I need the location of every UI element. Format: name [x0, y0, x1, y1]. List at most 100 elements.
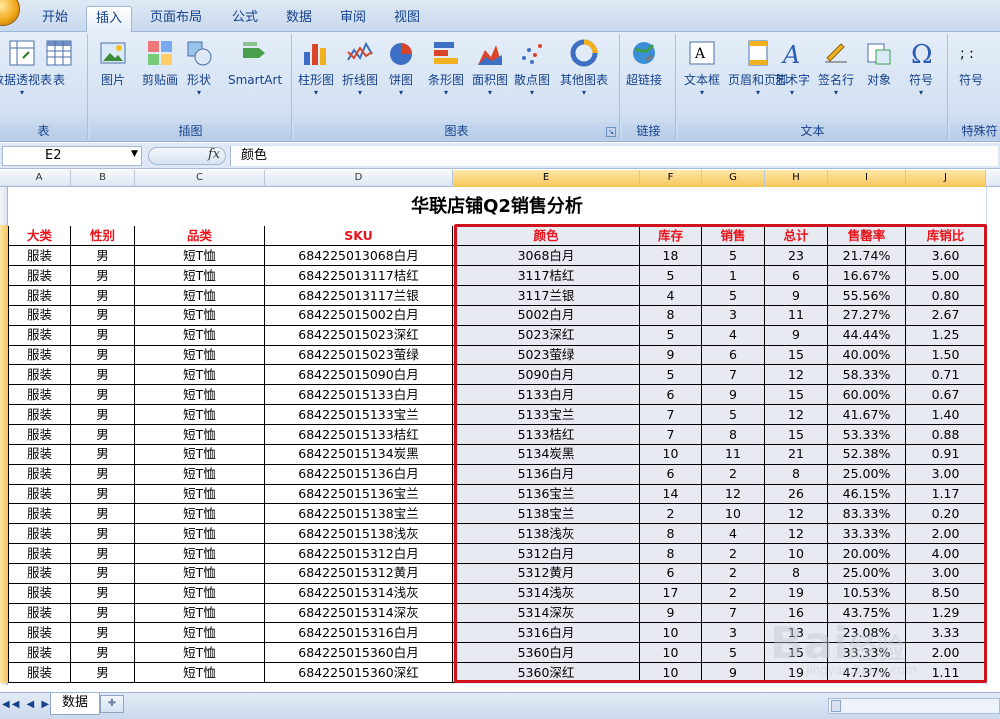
tab-3[interactable]: 公式 — [222, 6, 268, 32]
cell-A[interactable]: 服装 — [8, 523, 71, 545]
cell-C[interactable]: 短T恤 — [135, 523, 265, 545]
tab-2[interactable]: 页面布局 — [140, 6, 212, 32]
cell-E[interactable]: 3068白月 — [453, 245, 640, 267]
cell-G[interactable]: 销售 — [702, 226, 765, 247]
cell-I[interactable]: 20.00% — [828, 543, 906, 564]
cell-E[interactable]: 5134炭黑 — [453, 444, 640, 465]
cell-H[interactable]: 26 — [765, 484, 828, 505]
cell-J[interactable]: 3.00 — [906, 563, 986, 584]
cell-G[interactable]: 2 — [702, 563, 765, 584]
cell-D[interactable]: 684225013068白月 — [265, 245, 453, 267]
cell-J[interactable]: 3.33 — [906, 623, 986, 644]
tab-1[interactable]: 插入 — [86, 6, 132, 32]
sheet-tab-data[interactable]: 数据 — [50, 693, 100, 715]
cell-G[interactable]: 5 — [702, 642, 765, 664]
cell-A[interactable]: 服装 — [8, 305, 71, 326]
cell-C[interactable]: 短T恤 — [135, 325, 265, 346]
ribbon-button-pie-chart[interactable]: 饼图 ▾ — [386, 38, 416, 98]
cell-F[interactable]: 库存 — [640, 226, 702, 247]
cell-A[interactable]: 服装 — [8, 384, 71, 406]
cell-I[interactable]: 52.38% — [828, 444, 906, 465]
cell-J[interactable]: 2.00 — [906, 523, 986, 545]
cell-E[interactable]: 3117桔红 — [453, 265, 640, 287]
cell-H[interactable]: 15 — [765, 424, 828, 445]
cell-I[interactable]: 25.00% — [828, 464, 906, 485]
cell-A[interactable]: 服装 — [8, 404, 71, 425]
cell-A[interactable]: 服装 — [8, 563, 71, 584]
sheet-title[interactable]: 华联店铺Q2销售分析 — [8, 187, 986, 226]
cell-A[interactable]: 服装 — [8, 503, 71, 525]
cell-I[interactable]: 40.00% — [828, 345, 906, 366]
cell-I[interactable]: 25.00% — [828, 563, 906, 584]
cell-D[interactable]: 684225015312黄月 — [265, 563, 453, 584]
cell-F[interactable]: 18 — [640, 245, 702, 267]
cell-I[interactable]: 53.33% — [828, 424, 906, 445]
column-header-F[interactable]: F — [640, 170, 702, 187]
cell-F[interactable]: 8 — [640, 523, 702, 545]
cell-A[interactable]: 服装 — [8, 444, 71, 465]
cell-G[interactable]: 4 — [702, 325, 765, 346]
cell-J[interactable]: 5.00 — [906, 265, 986, 287]
horizontal-scrollbar[interactable] — [828, 698, 1000, 714]
cell-F[interactable]: 10 — [640, 662, 702, 684]
cell-I[interactable]: 41.67% — [828, 404, 906, 425]
cell-J[interactable]: 1.11 — [906, 662, 986, 684]
cell-A[interactable]: 服装 — [8, 364, 71, 386]
cell-E[interactable]: 5360白月 — [453, 642, 640, 664]
ribbon-button-area-chart[interactable]: 面积图 ▾ — [472, 38, 508, 98]
column-header-C[interactable]: C — [135, 170, 265, 187]
cell-G[interactable]: 2 — [702, 583, 765, 604]
cell-J[interactable]: 1.25 — [906, 325, 986, 346]
cell-B[interactable]: 男 — [71, 464, 135, 485]
cell-A[interactable]: 服装 — [8, 484, 71, 505]
cell-I[interactable]: 43.75% — [828, 603, 906, 624]
cell-F[interactable]: 8 — [640, 543, 702, 564]
ribbon-button-table[interactable]: 表 — [44, 38, 74, 88]
cell-J[interactable]: 4.00 — [906, 543, 986, 564]
cell-A[interactable]: 服装 — [8, 464, 71, 485]
cell-E[interactable]: 5136白月 — [453, 464, 640, 485]
cell-D[interactable]: 684225013117桔红 — [265, 265, 453, 287]
cell-G[interactable]: 6 — [702, 345, 765, 366]
cell-D[interactable]: 684225015360白月 — [265, 642, 453, 664]
ribbon-button-line-chart[interactable]: 折线图 ▾ — [342, 38, 378, 98]
cell-I[interactable]: 27.27% — [828, 305, 906, 326]
cell-F[interactable]: 2 — [640, 503, 702, 525]
cell-C[interactable]: 短T恤 — [135, 404, 265, 425]
cell-F[interactable]: 4 — [640, 285, 702, 306]
cell-F[interactable]: 7 — [640, 424, 702, 445]
cell-I[interactable]: 47.37% — [828, 662, 906, 684]
cell-F[interactable]: 9 — [640, 345, 702, 366]
tab-0[interactable]: 开始 — [32, 6, 78, 32]
cell-B[interactable]: 男 — [71, 563, 135, 584]
cell-G[interactable]: 5 — [702, 245, 765, 267]
cell-B[interactable]: 男 — [71, 325, 135, 346]
cell-E[interactable]: 5133白月 — [453, 384, 640, 406]
cell-E[interactable]: 5133桔红 — [453, 424, 640, 445]
cell-B[interactable]: 男 — [71, 384, 135, 406]
cell-J[interactable]: 0.91 — [906, 444, 986, 465]
cell-D[interactable]: 684225015136宝兰 — [265, 484, 453, 505]
scrollbar-thumb[interactable] — [831, 700, 841, 712]
cell-H[interactable]: 12 — [765, 364, 828, 386]
cell-C[interactable]: 短T恤 — [135, 603, 265, 624]
cell-J[interactable]: 1.50 — [906, 345, 986, 366]
cell-A[interactable]: 服装 — [8, 245, 71, 267]
cell-I[interactable]: 33.33% — [828, 642, 906, 664]
cell-G[interactable]: 2 — [702, 464, 765, 485]
dialog-launcher-icon[interactable]: ↘ — [606, 127, 616, 137]
ribbon-button-picture[interactable]: 图片 — [98, 38, 128, 88]
cell-C[interactable]: 短T恤 — [135, 245, 265, 267]
cell-H[interactable]: 总计 — [765, 226, 828, 247]
cell-A[interactable]: 服装 — [8, 424, 71, 445]
cell-J[interactable]: 1.29 — [906, 603, 986, 624]
cell-A[interactable]: 服装 — [8, 345, 71, 366]
cell-A[interactable]: 服装 — [8, 265, 71, 287]
cell-C[interactable]: 短T恤 — [135, 364, 265, 386]
cell-E[interactable]: 颜色 — [453, 226, 640, 247]
cell-G[interactable]: 11 — [702, 444, 765, 465]
cell-C[interactable]: 短T恤 — [135, 424, 265, 445]
cell-H[interactable]: 12 — [765, 404, 828, 425]
cell-B[interactable]: 男 — [71, 424, 135, 445]
cell-J[interactable]: 0.67 — [906, 384, 986, 406]
